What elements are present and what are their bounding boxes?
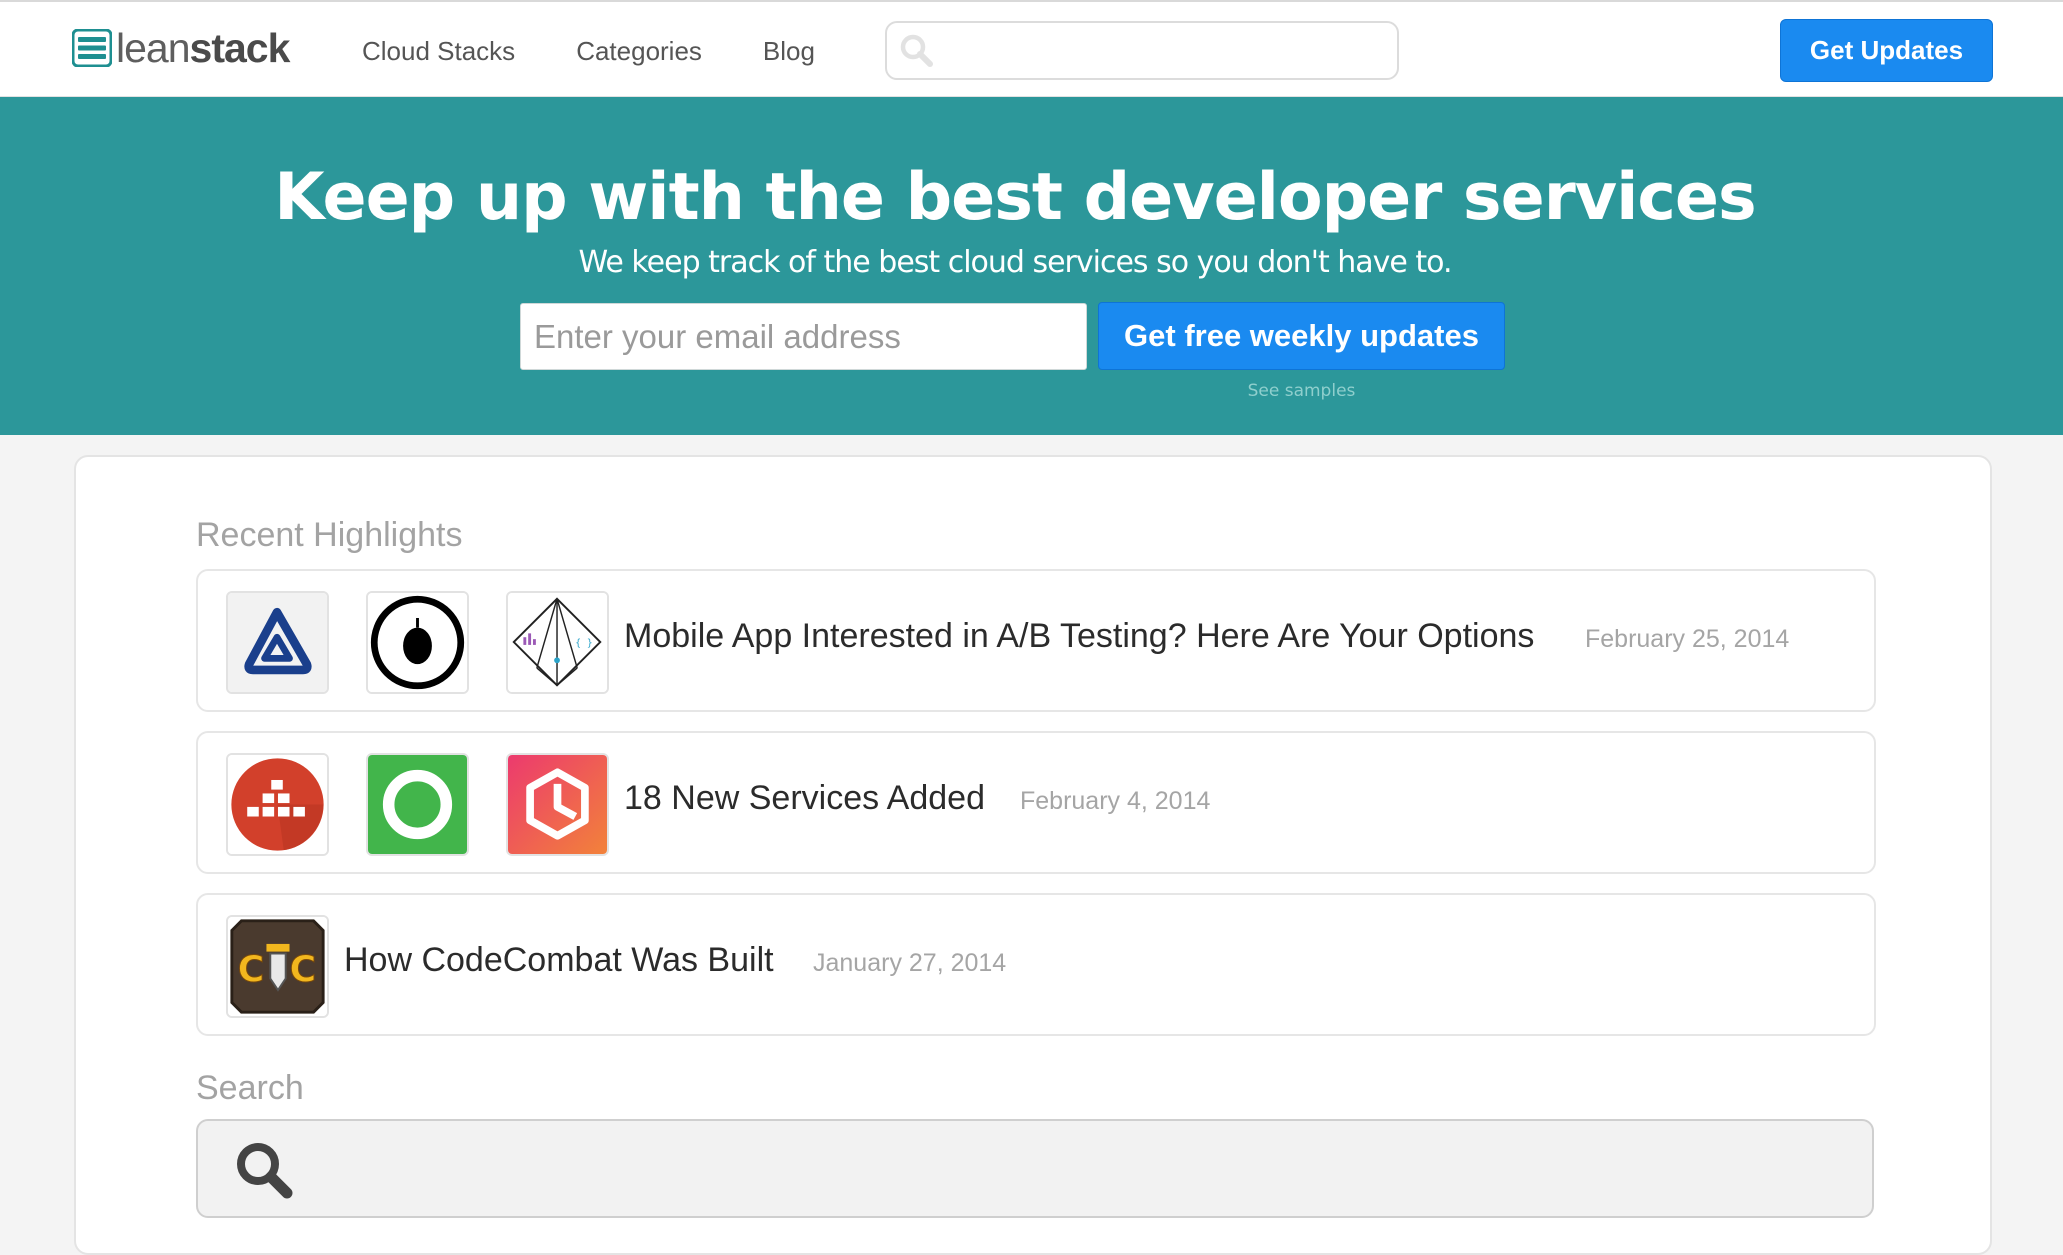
- highlight-date: February 4, 2014: [1020, 787, 1211, 815]
- pink-hexagon-logo-icon: [506, 753, 609, 856]
- email-field[interactable]: [520, 303, 1087, 370]
- highlight-row[interactable]: { } Mobile App Interested in A/B Testing…: [196, 569, 1876, 712]
- svg-text:C: C: [290, 947, 317, 990]
- highlight-date: January 27, 2014: [813, 949, 1007, 977]
- recent-highlights-heading: Recent Highlights: [196, 516, 463, 554]
- nav-search-input[interactable]: [943, 31, 1383, 71]
- hero-subtitle: We keep track of the best cloud services…: [578, 245, 1452, 280]
- main-search-box[interactable]: [196, 1119, 1874, 1218]
- subscribe-button[interactable]: Get free weekly updates: [1098, 302, 1505, 370]
- red-blocks-logo-icon: [226, 753, 329, 856]
- top-navbar: leanstack Cloud Stacks Categories Blog G…: [0, 0, 2063, 97]
- green-ring-logo-icon: [366, 753, 469, 856]
- stack-logo-icon: [71, 28, 113, 68]
- highlight-title[interactable]: How CodeCombat Was Built: [344, 939, 774, 981]
- nav-link-cloud-stacks[interactable]: Cloud Stacks: [362, 34, 515, 68]
- search-icon: [232, 1138, 298, 1204]
- search-heading: Search: [196, 1069, 304, 1107]
- hero-banner: Keep up with the best developer services…: [0, 97, 2063, 435]
- black-circle-logo-icon: [366, 591, 469, 694]
- nav-links: Cloud Stacks Categories Blog: [362, 34, 876, 68]
- codecombat-logo-icon: C C: [226, 915, 329, 1018]
- leanstack-logo[interactable]: leanstack: [71, 24, 290, 71]
- main-search-input[interactable]: [318, 1141, 1848, 1197]
- highlight-row[interactable]: 18 New Services Added February 4, 2014: [196, 731, 1876, 874]
- highlight-title[interactable]: Mobile App Interested in A/B Testing? He…: [624, 615, 1534, 657]
- see-samples-link[interactable]: See samples: [1098, 381, 1505, 401]
- highlight-row[interactable]: C C How CodeCombat Was Built January 27,…: [196, 893, 1876, 1036]
- highlight-title[interactable]: 18 New Services Added: [624, 777, 985, 819]
- logo-wordmark: leanstack: [116, 24, 290, 71]
- search-icon: [897, 31, 937, 71]
- diamond-prism-logo-icon: { }: [506, 591, 609, 694]
- highlight-date: February 25, 2014: [1585, 625, 1790, 653]
- hero-title: Keep up with the best developer services: [274, 160, 1756, 235]
- get-updates-button[interactable]: Get Updates: [1780, 19, 1993, 82]
- main-content-card: Recent Highlights {} Mobile App Interes…: [74, 455, 1992, 1255]
- svg-text:C: C: [238, 947, 265, 990]
- nav-link-categories[interactable]: Categories: [576, 34, 702, 68]
- nav-link-blog[interactable]: Blog: [763, 34, 815, 68]
- nav-search-box[interactable]: [885, 21, 1399, 80]
- svg-text:{ }: { }: [575, 638, 592, 649]
- a-triangle-logo-icon: [226, 591, 329, 694]
